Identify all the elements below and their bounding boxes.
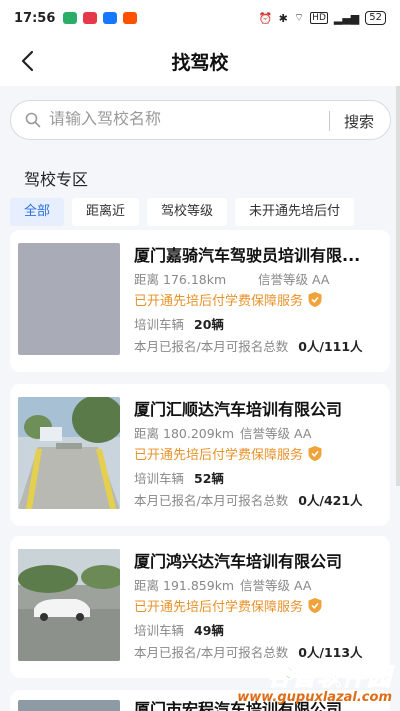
distance-label: 距离	[134, 272, 160, 287]
vehicles: 培训车辆 20辆	[134, 314, 224, 333]
filter-all[interactable]: 全部	[10, 198, 65, 226]
vehicles-value: 52辆	[194, 471, 224, 486]
distance-label: 距离	[134, 578, 160, 593]
section-title: 驾校专区	[24, 170, 89, 189]
service-text: 已开通先培后付学费保障服务	[134, 294, 304, 309]
distance: 距离 176.18km	[134, 269, 226, 288]
school-thumbnail	[18, 397, 120, 509]
watermark: 谷普软件园 www.gupuxlazal.com	[237, 657, 392, 706]
distance-value: 180.209km	[163, 426, 235, 441]
school-thumbnail	[18, 549, 120, 661]
service-badge: 已开通先培后付学费保障服务	[134, 596, 323, 615]
credit-level: 信誉等级 AA	[258, 269, 329, 288]
filter-tabs: 全部 距离近 驾校等级 未开通先培后付	[10, 198, 355, 226]
credit-value: AA	[294, 578, 312, 593]
search-button[interactable]: 搜索	[344, 111, 374, 132]
vehicles-label: 培训车辆	[134, 623, 185, 638]
filter-nearest[interactable]: 距离近	[72, 198, 140, 226]
search-bar: 搜索	[10, 100, 391, 140]
back-button[interactable]	[14, 48, 40, 74]
watermark-url: www.gupuxlazal.com	[237, 690, 392, 705]
shield-icon	[308, 598, 322, 613]
enroll-value: 0人/111人	[298, 339, 363, 354]
search-divider	[329, 111, 330, 131]
hd-label: HD	[310, 12, 328, 24]
wifi-icon: ⌔	[293, 11, 305, 24]
taobao-icon	[123, 12, 138, 24]
credit-level: 信誉等级 AA	[240, 423, 311, 442]
chevron-left-icon	[21, 50, 34, 72]
scrollbar[interactable]	[396, 86, 400, 486]
service-text: 已开通先培后付学费保障服务	[134, 600, 304, 615]
credit-label: 信誉等级	[240, 578, 291, 593]
alarm-icon: ⏰	[258, 11, 273, 25]
credit-label: 信誉等级	[240, 426, 291, 441]
search-icon	[25, 112, 41, 128]
enrollment: 本月已报名/本月可报名总数 0人/111人	[134, 336, 363, 355]
service-badge: 已开通先培后付学费保障服务	[134, 290, 323, 309]
enroll-label: 本月已报名/本月可报名总数	[134, 493, 289, 508]
vehicles-label: 培训车辆	[134, 317, 185, 332]
search-input[interactable]	[49, 111, 309, 129]
credit-label: 信誉等级	[258, 272, 309, 287]
status-right: ⏰ ✱ ⌔ HD ▂▄▆ 52	[259, 11, 386, 25]
school-name: 厦门鸿兴达汽车培训有限公司	[134, 552, 343, 571]
filter-not-prepay[interactable]: 未开通先培后付	[235, 198, 355, 226]
credit-value: AA	[294, 426, 312, 441]
school-thumbnail	[18, 243, 120, 355]
distance: 距离 191.859km	[134, 575, 234, 594]
notification-icons	[63, 12, 138, 24]
page-title: 找驾校	[171, 51, 229, 74]
credit-value: AA	[312, 272, 330, 287]
vehicles: 培训车辆 49辆	[134, 620, 224, 639]
school-photo	[18, 397, 120, 509]
app-icon	[83, 12, 98, 24]
status-bar: 17:56 ⏰ ✱ ⌔ HD ▂▄▆ 52	[0, 0, 400, 36]
filter-school-level[interactable]: 驾校等级	[147, 198, 228, 226]
battery-icon: 52	[365, 11, 386, 25]
shield-icon	[308, 292, 322, 307]
bluetooth-icon: ✱	[278, 11, 288, 25]
enroll-label: 本月已报名/本月可报名总数	[134, 339, 289, 354]
distance: 距离 180.209km	[134, 423, 234, 442]
distance-label: 距离	[134, 426, 160, 441]
credit-level: 信誉等级 AA	[240, 575, 311, 594]
status-time: 17:56	[14, 10, 56, 26]
enrollment: 本月已报名/本月可报名总数 0人/421人	[134, 490, 363, 509]
school-thumbnail	[18, 700, 120, 711]
school-name: 厦门汇顺达汽车培训有限公司	[134, 400, 343, 419]
vehicles: 培训车辆 52辆	[134, 468, 224, 487]
distance-value: 176.18km	[163, 272, 227, 287]
signal-icon: ▂▄▆	[333, 11, 360, 25]
watermark-title: 谷普软件园	[267, 663, 392, 692]
school-name: 厦门嘉骑汽车驾驶员培训有限...	[134, 246, 361, 265]
enroll-value: 0人/421人	[298, 493, 363, 508]
distance-value: 191.859km	[163, 578, 235, 593]
alipay-icon	[103, 12, 118, 24]
service-badge: 已开通先培后付学费保障服务	[134, 444, 323, 463]
nav-bar: 找驾校	[0, 36, 400, 86]
school-card[interactable]: 厦门嘉骑汽车驾驶员培训有限... 距离 176.18km 信誉等级 AA 已开通…	[10, 230, 390, 372]
vehicles-label: 培训车辆	[134, 471, 185, 486]
shield-icon	[308, 446, 322, 461]
school-card[interactable]: 厦门汇顺达汽车培训有限公司 距离 180.209km 信誉等级 AA 已开通先培…	[10, 384, 390, 526]
vehicles-value: 49辆	[194, 623, 224, 638]
vehicles-value: 20辆	[194, 317, 224, 332]
wechat-icon	[63, 12, 78, 24]
service-text: 已开通先培后付学费保障服务	[134, 448, 304, 463]
school-photo	[18, 549, 120, 661]
